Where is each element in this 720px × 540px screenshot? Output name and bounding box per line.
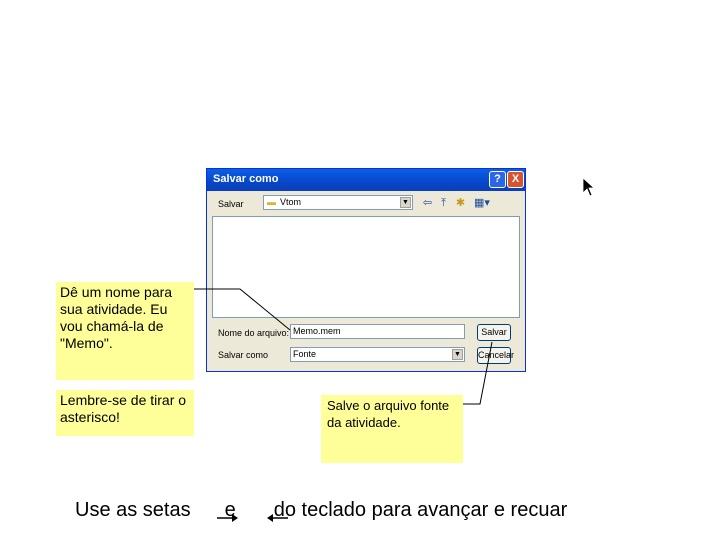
mouse-pointer-icon (582, 177, 596, 197)
name-note-connector (194, 288, 291, 331)
save-note-connector (463, 341, 493, 405)
footer-part3: do teclado para avançar e recuar (273, 499, 568, 521)
footer-instruction: Use as setas e do teclado para avançar e r… (75, 499, 567, 522)
footer-part2: e (224, 499, 236, 521)
connector-lines (194, 288, 493, 522)
footer-part1: Use as setas (75, 499, 191, 521)
